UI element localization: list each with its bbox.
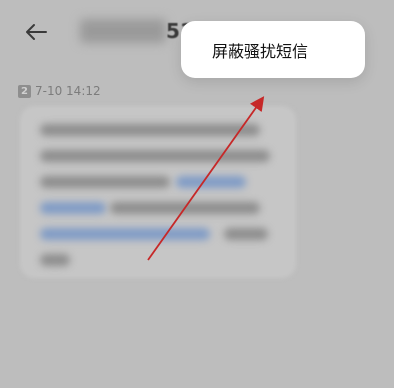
sim-slot-badge: 2 xyxy=(18,84,31,98)
back-arrow-icon xyxy=(26,24,47,40)
message-meta: 2 7-10 14:12 xyxy=(18,84,101,98)
message-text-line xyxy=(40,124,260,136)
message-link-blurred[interactable] xyxy=(176,176,246,188)
message-text-line xyxy=(40,150,270,162)
contact-title: 51 xyxy=(80,16,194,46)
back-button[interactable] xyxy=(14,12,58,52)
message-link-blurred[interactable] xyxy=(40,228,210,240)
message-text-line xyxy=(224,228,268,240)
message-text-line xyxy=(110,202,260,214)
block-spam-sms-menu-item[interactable]: 屏蔽骚扰短信 xyxy=(212,38,308,62)
popup-menu: 屏蔽骚扰短信 xyxy=(181,21,365,78)
message-timestamp: 7-10 14:12 xyxy=(35,84,101,98)
message-text-line xyxy=(40,176,170,188)
contact-number-redacted xyxy=(80,19,166,43)
message-text-line xyxy=(40,254,70,266)
message-link-blurred[interactable] xyxy=(40,202,106,214)
